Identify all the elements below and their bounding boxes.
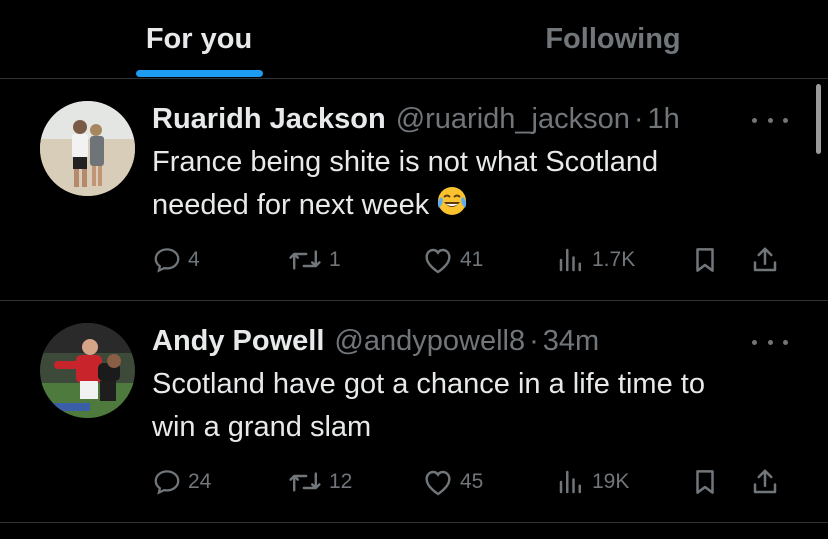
- post-text-line: Scotland have got a chance in a life tim…: [152, 368, 705, 400]
- share-button[interactable]: [750, 464, 780, 500]
- repost-count: 12: [329, 470, 353, 493]
- share-icon: [753, 247, 777, 272]
- author-name[interactable]: Ruaridh Jackson: [152, 103, 386, 136]
- timeline-tabs: For you Following: [0, 0, 828, 79]
- reply-button[interactable]: 4: [152, 242, 200, 278]
- post-text: France being shite is not what Scotland …: [152, 141, 792, 227]
- avatar[interactable]: [40, 323, 135, 418]
- views-button[interactable]: 1.7K: [556, 242, 635, 278]
- avatar[interactable]: [40, 101, 135, 196]
- separator: ·: [529, 324, 539, 357]
- share-icon: [753, 469, 777, 494]
- post[interactable]: Andy Powell @andypowell8 · 34m Scotland …: [0, 301, 828, 523]
- share-button[interactable]: [750, 242, 780, 278]
- heart-icon: [425, 470, 451, 496]
- view-count: 19K: [592, 470, 630, 493]
- reply-count: 4: [188, 248, 200, 271]
- repost-icon: [289, 250, 321, 270]
- post-time[interactable]: 1h: [648, 103, 680, 136]
- post-header: Andy Powell @andypowell8 · 34m: [152, 321, 599, 361]
- bookmark-icon: [696, 470, 714, 494]
- reply-button[interactable]: 24: [152, 464, 211, 500]
- bookmark-icon: [696, 248, 714, 272]
- post-header: Ruaridh Jackson @ruaridh_jackson · 1h: [152, 99, 680, 139]
- post-text-line: needed for next week: [152, 184, 792, 227]
- tab-for-you[interactable]: For you: [98, 0, 300, 78]
- more-options-icon[interactable]: [752, 115, 788, 125]
- post[interactable]: Ruaridh Jackson @ruaridh_jackson · 1h Fr…: [0, 79, 828, 301]
- bookmark-button[interactable]: [690, 242, 720, 278]
- author-name[interactable]: Andy Powell: [152, 325, 324, 358]
- repost-button[interactable]: 1: [287, 242, 341, 278]
- author-handle[interactable]: @andypowell8: [334, 325, 525, 358]
- avatar-photo-rugby: [40, 323, 135, 418]
- tab-following[interactable]: Following: [512, 0, 714, 78]
- more-options-icon[interactable]: [752, 337, 788, 347]
- view-count: 1.7K: [592, 248, 636, 271]
- repost-count: 1: [329, 248, 341, 271]
- post-text-line: win a grand slam: [152, 411, 372, 443]
- author-handle[interactable]: @ruaridh_jackson: [396, 103, 630, 136]
- like-button[interactable]: 41: [422, 242, 483, 278]
- post-time[interactable]: 34m: [543, 325, 599, 358]
- like-count: 41: [460, 248, 484, 271]
- bookmark-button[interactable]: [690, 464, 720, 500]
- repost-icon: [289, 472, 321, 492]
- views-chart-icon: [559, 470, 581, 494]
- post-text: Scotland have got a chance in a life tim…: [152, 363, 792, 449]
- active-tab-indicator: [136, 70, 263, 77]
- like-button[interactable]: 45: [422, 464, 483, 500]
- reply-icon: [154, 470, 180, 495]
- views-button[interactable]: 19K: [556, 464, 629, 500]
- heart-icon: [425, 248, 451, 274]
- separator: ·: [633, 102, 644, 135]
- reply-count: 24: [188, 470, 212, 493]
- avatar-photo-beach: [40, 101, 135, 196]
- face-with-tears-of-joy-icon: [438, 187, 467, 215]
- like-count: 45: [460, 470, 484, 493]
- post-text-line: France being shite is not what Scotland: [152, 146, 659, 178]
- repost-button[interactable]: 12: [287, 464, 352, 500]
- reply-icon: [154, 248, 180, 273]
- views-chart-icon: [559, 248, 581, 272]
